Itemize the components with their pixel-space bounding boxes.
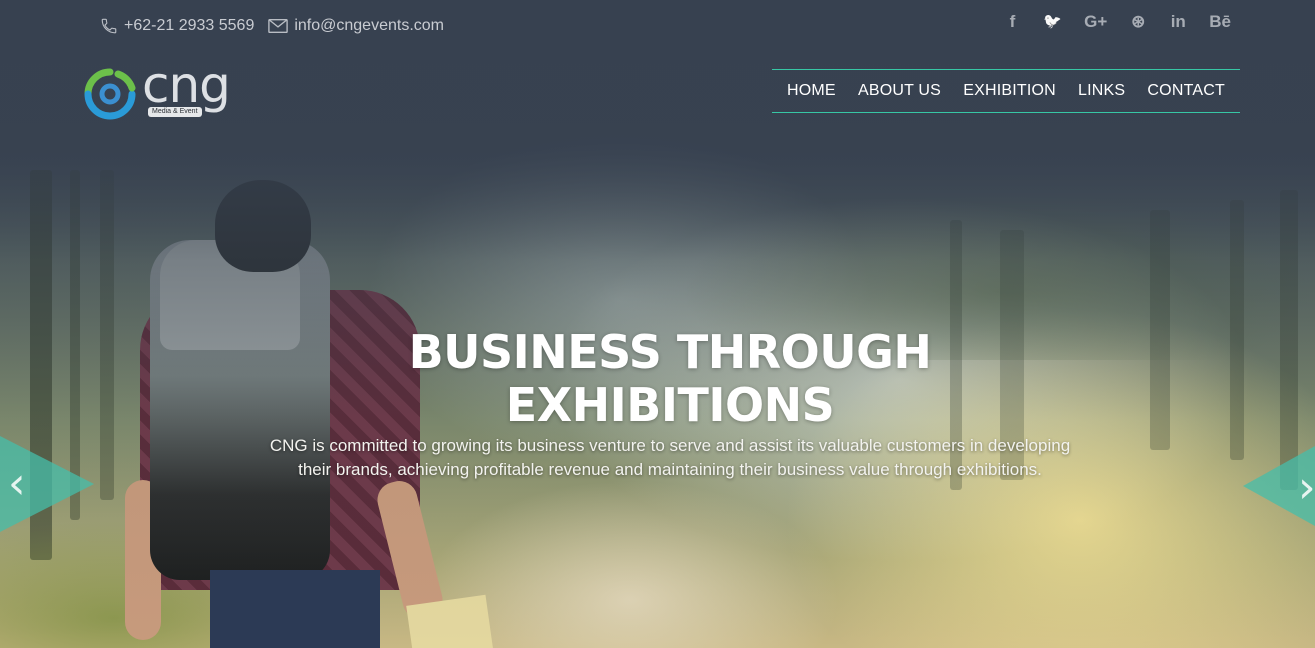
contact-bar: +62-21 2933 5569 info@cngevents.com	[100, 14, 444, 38]
nav-contact[interactable]: CONTACT	[1147, 82, 1225, 100]
main-navigation: HOME ABOUT US EXHIBITION LINKS CONTACT	[772, 69, 1240, 113]
social-links: f 🐦 G+ ⊛ in Bē	[1003, 12, 1231, 32]
email-contact[interactable]: info@cngevents.com	[268, 17, 444, 35]
logo-mark-icon	[84, 68, 136, 120]
site-logo[interactable]: cng Media & Event	[84, 56, 254, 122]
headline-line-1: BUSINESS THROUGH	[408, 325, 932, 379]
logo-wordmark: cng	[142, 56, 231, 114]
linkedin-icon[interactable]: in	[1169, 12, 1187, 32]
hero-headline: BUSINESS THROUGH EXHIBITIONS	[300, 326, 1040, 432]
behance-icon[interactable]: Bē	[1209, 12, 1231, 32]
headline-line-2: EXHIBITIONS	[505, 378, 835, 432]
hero-description: CNG is committed to growing its business…	[269, 436, 1071, 479]
chevron-right-icon[interactable]: ›	[1298, 462, 1315, 513]
google-plus-icon[interactable]: G+	[1084, 12, 1107, 32]
dribbble-icon[interactable]: ⊛	[1129, 12, 1147, 32]
phone-icon	[100, 17, 118, 35]
envelope-icon	[268, 18, 289, 34]
facebook-icon[interactable]: f	[1003, 12, 1021, 32]
chevron-left-icon[interactable]: ‹	[8, 458, 26, 509]
nav-links[interactable]: LINKS	[1078, 82, 1125, 100]
phone-number: +62-21 2933 5569	[124, 17, 255, 34]
logo-tagline: Media & Event	[148, 107, 202, 117]
nav-home[interactable]: HOME	[787, 82, 836, 100]
nav-exhibition[interactable]: EXHIBITION	[963, 82, 1056, 100]
nav-about-us[interactable]: ABOUT US	[858, 82, 941, 100]
twitter-icon[interactable]: 🐦	[1043, 12, 1062, 32]
phone-contact[interactable]: +62-21 2933 5569	[100, 17, 254, 35]
email-address: info@cngevents.com	[294, 17, 444, 34]
